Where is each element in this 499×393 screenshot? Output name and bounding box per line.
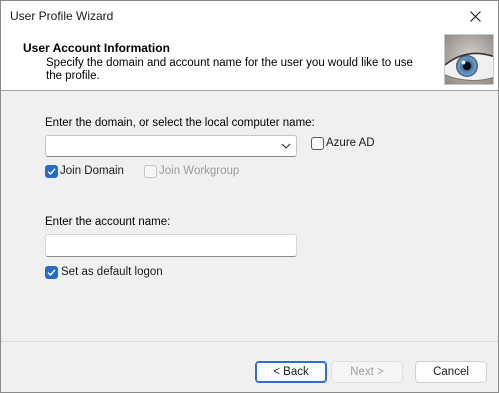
wizard-footer: < Back Next > Cancel <box>1 341 498 392</box>
azure-ad-checkbox[interactable] <box>311 137 324 150</box>
join-workgroup-checkbox[interactable] <box>144 165 157 178</box>
domain-label: Enter the domain, or select the local co… <box>45 117 315 129</box>
join-workgroup-label: Join Workgroup <box>159 165 240 177</box>
checkmark-icon <box>47 168 56 176</box>
page-description: Specify the domain and account name for … <box>46 57 413 82</box>
next-button[interactable]: Next > <box>331 361 403 383</box>
default-logon-label: Set as default logon <box>61 266 163 278</box>
page-title: User Account Information <box>23 41 170 55</box>
close-button[interactable] <box>452 1 498 32</box>
chevron-down-icon <box>281 143 291 149</box>
cancel-button[interactable]: Cancel <box>415 361 487 383</box>
eye-image <box>444 34 494 85</box>
account-name-input[interactable] <box>45 234 297 257</box>
close-icon <box>469 11 481 22</box>
title-bar: User Profile Wizard <box>1 1 498 32</box>
join-domain-label: Join Domain <box>60 165 124 177</box>
wizard-header: User Account Information Specify the dom… <box>1 32 498 91</box>
azure-ad-label: Azure AD <box>326 137 375 149</box>
domain-combobox[interactable] <box>45 135 297 157</box>
account-label: Enter the account name: <box>45 216 171 228</box>
join-domain-checkbox[interactable] <box>45 165 58 178</box>
wizard-content: Enter the domain, or select the local co… <box>1 91 498 341</box>
window-title: User Profile Wizard <box>10 9 114 23</box>
checkmark-icon <box>47 269 56 277</box>
wizard-window: User Profile Wizard User Account Informa… <box>0 0 499 393</box>
back-button[interactable]: < Back <box>255 361 327 383</box>
default-logon-checkbox[interactable] <box>45 266 58 279</box>
